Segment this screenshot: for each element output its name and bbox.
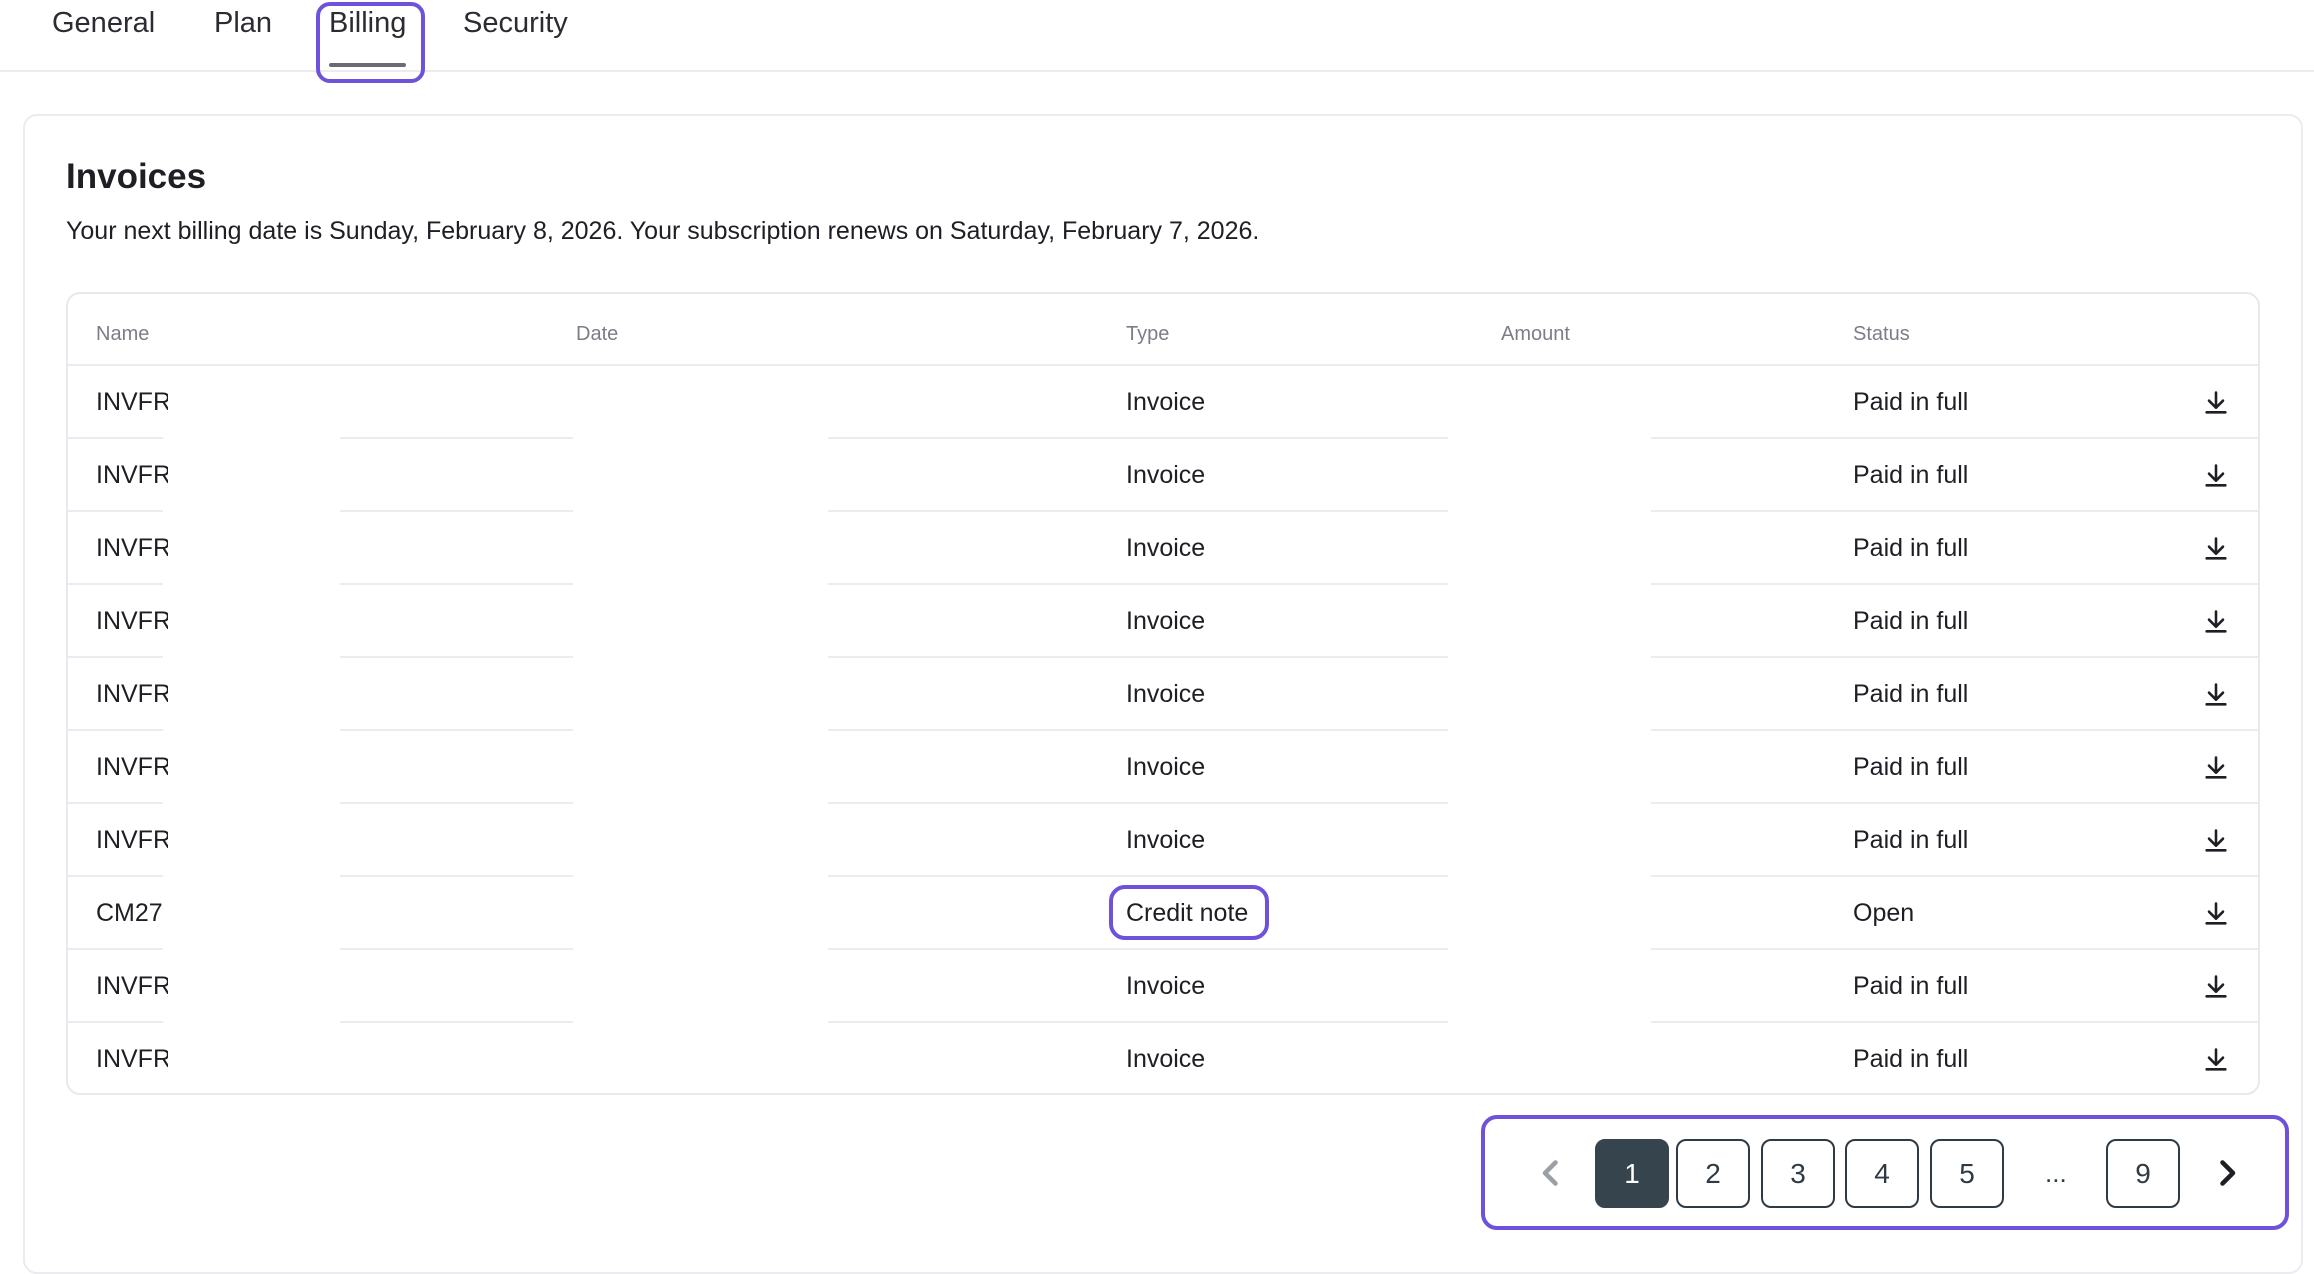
invoice-name: INVFR [96, 826, 168, 854]
chevron-left-icon[interactable] [1533, 1155, 1569, 1191]
invoice-status: Open [1853, 899, 1915, 927]
page-button-last[interactable]: 9 [2106, 1139, 2180, 1208]
invoice-type: Invoice [1126, 461, 1206, 489]
pagination: 1 2 3 4 5 ... 9 [1481, 1115, 2289, 1230]
tab-general[interactable]: General [52, 0, 155, 62]
download-icon[interactable] [2202, 827, 2230, 855]
download-icon[interactable] [2202, 389, 2230, 417]
page-button-4[interactable]: 4 [1845, 1139, 1919, 1208]
table-row[interactable]: INVFR Invoice Paid in full [68, 948, 2258, 1023]
page-button-2[interactable]: 2 [1676, 1139, 1750, 1208]
invoice-name: CM27 [96, 899, 163, 927]
invoice-name: INVFR [96, 753, 168, 781]
invoice-status: Paid in full [1853, 534, 1969, 562]
pagination-ellipsis: ... [2045, 1158, 2067, 1188]
invoice-name: INVFR [96, 607, 168, 635]
table-row[interactable]: CM27 Credit note Open [68, 875, 2258, 950]
download-icon[interactable] [2202, 754, 2230, 782]
invoice-status: Paid in full [1853, 680, 1969, 708]
tab-security[interactable]: Security [463, 0, 568, 62]
table-row[interactable]: INVFR Invoice Paid in full [68, 656, 2258, 731]
table-row[interactable]: INVFR Invoice Paid in full [68, 510, 2258, 585]
invoices-table: Name Date Type Amount Status INVFR Invoic… [66, 292, 2260, 1095]
settings-tabs: General Plan Billing Security [0, 0, 2314, 72]
invoice-type: Invoice [1126, 753, 1206, 781]
chevron-right-icon[interactable] [2209, 1155, 2245, 1191]
table-row[interactable]: INVFR Invoice Paid in full [68, 802, 2258, 877]
table-row[interactable]: INVFR Invoice Paid in full [68, 583, 2258, 658]
invoice-name: INVFR [96, 680, 168, 708]
invoice-name: INVFR [96, 972, 168, 1000]
download-icon[interactable] [2202, 900, 2230, 928]
column-header-status[interactable]: Status [1853, 314, 1910, 354]
invoice-status: Paid in full [1853, 1045, 1969, 1073]
page-button-1[interactable]: 1 [1595, 1139, 1669, 1208]
invoice-type: Invoice [1126, 388, 1206, 416]
page-button-3[interactable]: 3 [1761, 1139, 1835, 1208]
invoice-type: Invoice [1126, 534, 1206, 562]
invoice-status: Paid in full [1853, 972, 1969, 1000]
invoice-name: INVFR [96, 534, 168, 562]
invoice-status: Paid in full [1853, 388, 1969, 416]
invoice-status: Paid in full [1853, 826, 1969, 854]
page-button-5[interactable]: 5 [1930, 1139, 2004, 1208]
tab-plan[interactable]: Plan [214, 0, 272, 62]
active-tab-indicator [329, 63, 407, 67]
invoice-type: Invoice [1126, 680, 1206, 708]
invoice-type: Credit note [1126, 899, 1249, 927]
download-icon[interactable] [2202, 462, 2230, 490]
invoice-type: Invoice [1126, 972, 1206, 1000]
download-icon[interactable] [2202, 1046, 2230, 1074]
billing-date-notice: Your next billing date is Sunday, Februa… [66, 217, 1260, 245]
invoice-name: INVFR [96, 388, 168, 416]
invoice-status: Paid in full [1853, 753, 1969, 781]
invoice-type: Invoice [1126, 1045, 1206, 1073]
table-row[interactable]: INVFR Invoice Paid in full [68, 729, 2258, 804]
invoice-status: Paid in full [1853, 607, 1969, 635]
invoice-name: INVFR [96, 461, 168, 489]
invoice-status: Paid in full [1853, 461, 1969, 489]
invoice-name: INVFR [96, 1045, 168, 1073]
column-header-name[interactable]: Name [96, 314, 149, 354]
download-icon[interactable] [2202, 608, 2230, 636]
table-row[interactable]: INVFR Invoice Paid in full [68, 364, 2258, 439]
invoice-type: Invoice [1126, 607, 1206, 635]
page-title: Invoices [66, 157, 207, 196]
table-row[interactable]: INVFR Invoice Paid in full [68, 437, 2258, 512]
download-icon[interactable] [2202, 535, 2230, 563]
column-header-amount[interactable]: Amount [1501, 314, 1570, 354]
table-row[interactable]: INVFR Invoice Paid in full [68, 1021, 2258, 1093]
download-icon[interactable] [2202, 973, 2230, 1001]
tab-billing[interactable]: Billing [329, 0, 407, 67]
invoice-type: Invoice [1126, 826, 1206, 854]
download-icon[interactable] [2202, 681, 2230, 709]
column-header-date[interactable]: Date [576, 314, 618, 354]
column-header-type[interactable]: Type [1126, 314, 1169, 354]
tab-billing-label: Billing [329, 7, 407, 39]
